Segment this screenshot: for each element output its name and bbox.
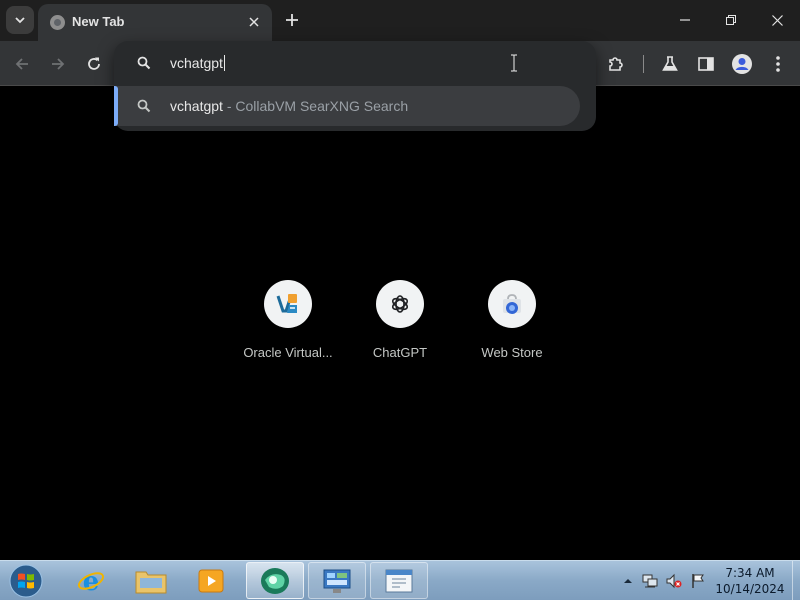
show-desktop-button[interactable] <box>792 561 800 600</box>
taskbar-media-player[interactable] <box>182 562 240 599</box>
shortcut-label: Web Store <box>481 345 543 360</box>
menu-button[interactable] <box>764 50 792 78</box>
svg-text:e: e <box>83 567 100 596</box>
clock-date: 10/14/2024 <box>715 582 785 596</box>
forward-button[interactable] <box>44 50 72 78</box>
virtualbox-icon <box>276 294 297 313</box>
tab-title: New Tab <box>72 14 125 29</box>
chevron-down-icon <box>15 17 25 24</box>
shortcut-icon-circle <box>488 280 536 328</box>
shortcut-chatgpt[interactable]: ChatGPT <box>344 280 456 366</box>
omnibox-popup: vchatgpt vchatgpt - CollabVM SearXNG Sea… <box>114 41 596 131</box>
tray-network[interactable] <box>642 573 658 589</box>
speaker-muted-icon <box>666 573 682 589</box>
plus-icon <box>286 14 298 26</box>
shortcut-oracle-virtualbox[interactable]: Oracle Virtual... <box>232 280 344 366</box>
tab-strip: New Tab <box>0 0 800 41</box>
more-vert-icon <box>776 56 780 72</box>
suggestion-text: vchatgpt - CollabVM SearXNG Search <box>170 98 408 114</box>
shortcut-label: Oracle Virtual... <box>243 345 333 360</box>
shortcut-label: ChatGPT <box>372 345 428 360</box>
chrome-app-icon <box>261 567 289 594</box>
suggestion-separator: - <box>222 98 236 114</box>
shortcut-icon-circle <box>376 280 424 328</box>
media-player-icon <box>198 569 224 592</box>
shortcut-icon-circle <box>264 280 312 328</box>
windows-taskbar: e 7:34 AM 10/14/2024 <box>0 560 800 600</box>
tray-volume[interactable] <box>666 573 682 589</box>
taskbar-window-app[interactable] <box>370 562 428 599</box>
web-store-icon <box>503 294 521 314</box>
omnibox[interactable]: vchatgpt <box>114 41 596 85</box>
close-icon <box>249 17 259 27</box>
new-tab-button[interactable] <box>280 8 304 32</box>
internet-explorer-icon: e <box>77 567 105 596</box>
window-app-icon <box>385 569 413 592</box>
text-cursor-icon <box>511 54 517 72</box>
minimize-icon <box>680 19 690 21</box>
close-icon <box>771 14 783 26</box>
avatar-icon <box>732 54 752 74</box>
taskbar-internet-explorer[interactable]: e <box>62 562 120 599</box>
taskbar-clock[interactable]: 7:34 AM 10/14/2024 <box>712 565 788 597</box>
suggestion-source: CollabVM SearXNG Search <box>235 98 409 114</box>
extensions-button[interactable] <box>602 50 630 78</box>
chevron-up-icon <box>624 579 632 583</box>
arrow-right-icon <box>52 58 65 70</box>
omnibox-suggestion[interactable]: vchatgpt - CollabVM SearXNG Search <box>114 86 580 126</box>
labs-button[interactable] <box>656 50 684 78</box>
chatgpt-icon <box>391 295 409 313</box>
restore-icon <box>726 15 736 25</box>
tray-overflow-button[interactable] <box>620 573 636 589</box>
network-icon <box>642 574 658 588</box>
search-icon <box>137 99 151 113</box>
taskbar-file-explorer[interactable] <box>122 562 180 599</box>
puzzle-icon <box>609 57 623 71</box>
tab-new-tab[interactable]: New Tab <box>38 4 272 41</box>
taskbar-control-panel[interactable] <box>308 562 366 599</box>
clock-time: 7:34 AM <box>725 566 775 580</box>
omnibox-text: vchatgpt <box>170 55 223 71</box>
close-window-button[interactable] <box>754 0 800 40</box>
restore-button[interactable] <box>708 0 754 40</box>
reload-icon <box>88 57 100 70</box>
text-caret <box>223 55 225 71</box>
taskbar-chrome-window[interactable] <box>246 562 304 599</box>
windows-logo-icon <box>9 564 43 598</box>
profile-button[interactable] <box>728 50 756 78</box>
folder-icon <box>135 571 167 593</box>
side-panel-button[interactable] <box>692 50 720 78</box>
back-button[interactable] <box>8 50 36 78</box>
globe-icon <box>50 15 65 30</box>
side-panel-icon <box>698 57 714 71</box>
flask-icon <box>662 56 678 71</box>
shortcut-web-store[interactable]: Web Store <box>456 280 568 366</box>
tray-action-center[interactable] <box>690 573 706 589</box>
search-icon <box>137 56 151 70</box>
control-panel-icon <box>323 569 351 593</box>
flag-icon <box>692 574 704 588</box>
tab-close-button[interactable] <box>244 12 264 32</box>
minimize-button[interactable] <box>662 0 708 40</box>
start-button[interactable] <box>6 563 46 599</box>
reload-button[interactable] <box>80 50 108 78</box>
tab-search-button[interactable] <box>6 6 34 34</box>
toolbar-divider <box>643 55 644 73</box>
arrow-left-icon <box>15 58 28 70</box>
suggestion-query: vchatgpt <box>170 98 223 114</box>
